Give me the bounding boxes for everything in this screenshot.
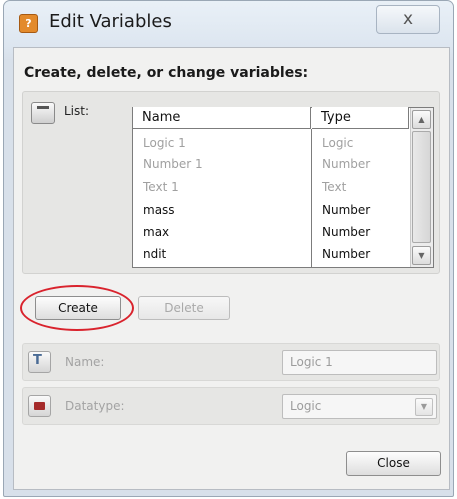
scroll-up-arrow-icon[interactable]: ▲ (412, 110, 431, 129)
column-header-name[interactable]: Name (133, 107, 311, 129)
list-label: List: (64, 104, 90, 118)
highlight-circle (20, 285, 134, 331)
chevron-down-icon[interactable]: ▼ (415, 398, 433, 416)
delete-button[interactable]: Delete (138, 296, 230, 320)
table-row-type[interactable]: Number (322, 246, 370, 262)
window-title: Edit Variables (49, 11, 172, 32)
table-row-type[interactable]: Number (322, 202, 370, 218)
name-input[interactable]: Logic 1 (282, 350, 437, 375)
table-row-name[interactable]: Text 1 (143, 179, 179, 195)
list-icon (31, 102, 55, 124)
table-row-type[interactable]: Text (322, 179, 346, 195)
text-field-icon (28, 351, 51, 373)
table-row-name[interactable]: mass (143, 202, 175, 218)
scrollbar-thumb[interactable] (412, 131, 431, 243)
close-button[interactable]: Close (346, 451, 441, 476)
datatype-icon (28, 395, 51, 417)
window-close-button[interactable]: ⅹ (376, 5, 440, 34)
datatype-select[interactable]: Logic (282, 394, 437, 419)
app-icon: ? (19, 14, 38, 33)
table-row-type[interactable]: Number (322, 224, 370, 240)
table-row-name[interactable]: ndit (143, 246, 166, 262)
name-label: Name: (65, 355, 105, 369)
column-divider (311, 129, 312, 267)
table-row-name[interactable]: Logic 1 (143, 135, 186, 151)
table-row-name[interactable]: max (143, 224, 169, 240)
table-row-name[interactable]: Number 1 (143, 156, 203, 172)
table-row-type[interactable]: Number (322, 156, 370, 172)
table-row-type[interactable]: Logic (322, 135, 353, 151)
section-heading: Create, delete, or change variables: (24, 65, 309, 81)
column-header-type[interactable]: Type (312, 107, 409, 129)
scroll-down-arrow-icon[interactable]: ▼ (412, 246, 431, 265)
datatype-label: Datatype: (65, 399, 125, 413)
